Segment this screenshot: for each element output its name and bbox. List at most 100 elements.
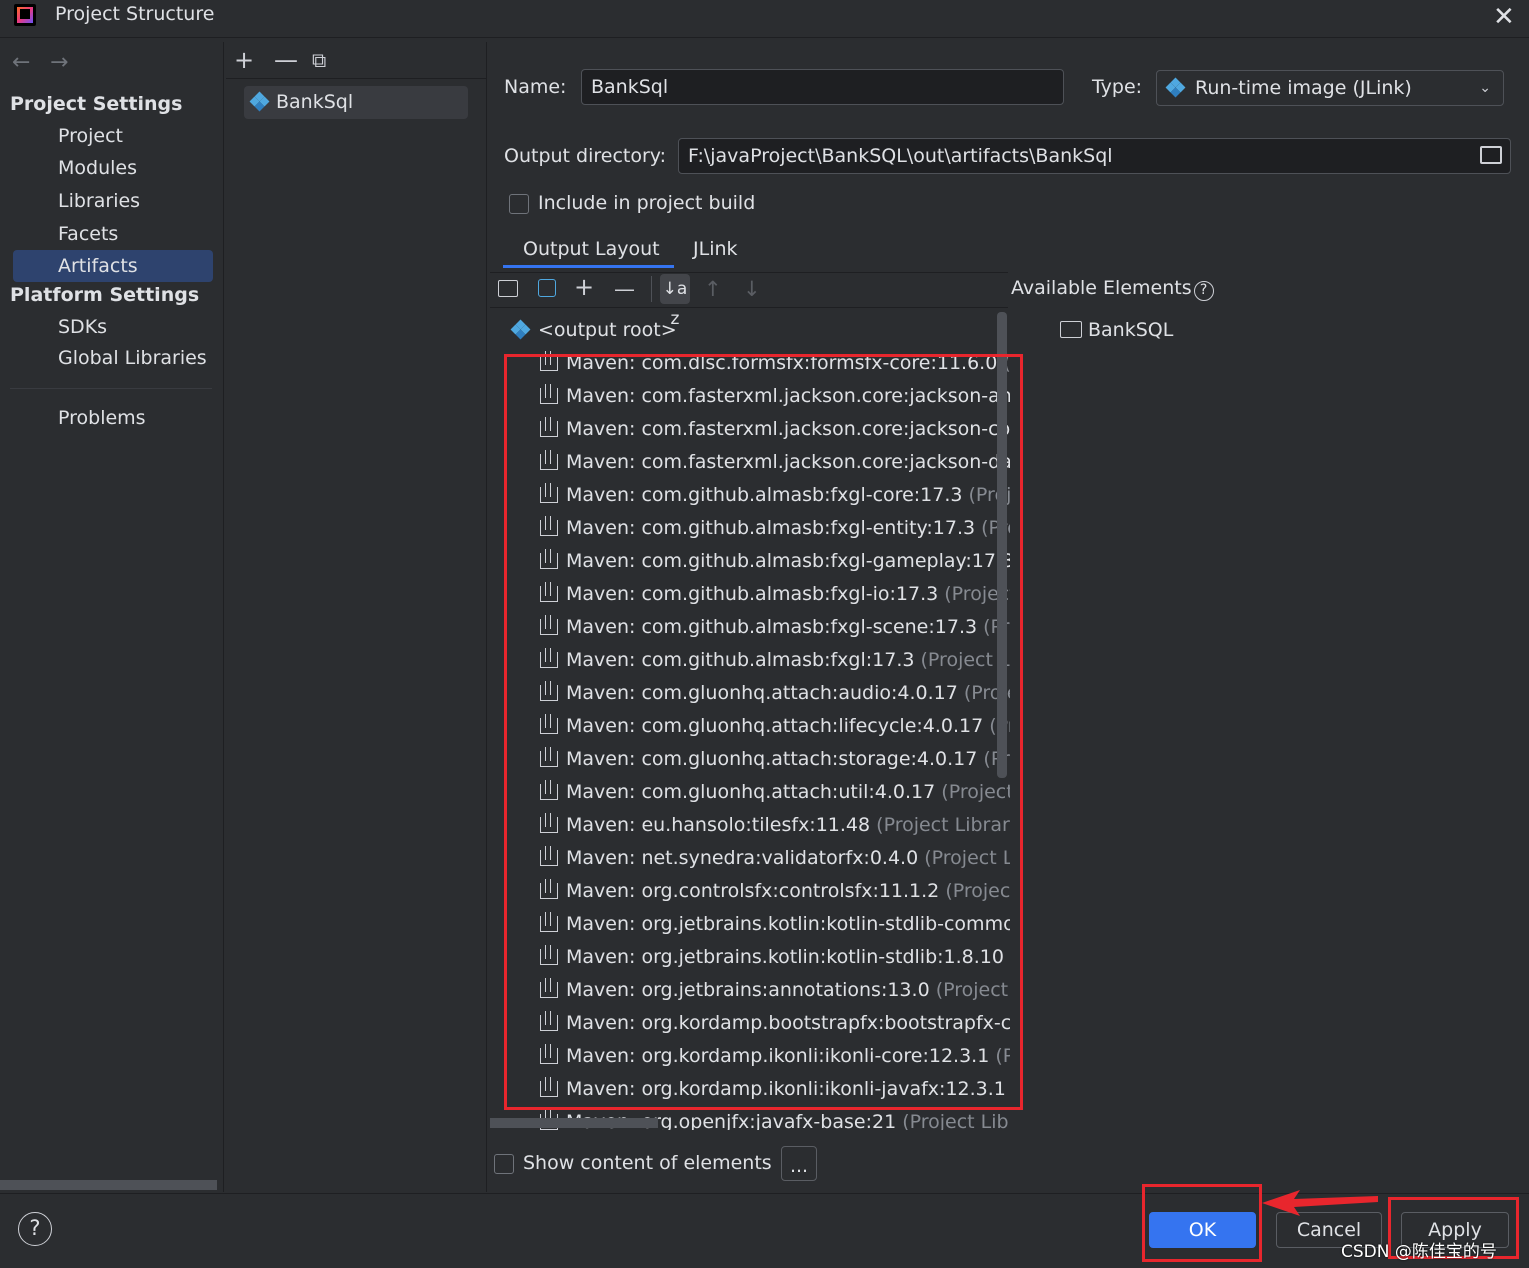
window-title: Project Structure (55, 3, 215, 25)
sidebar-item-artifacts[interactable]: Artifacts (13, 250, 213, 282)
tree-row-name: Maven: com.fasterxml.jackson.core:jackso… (566, 451, 1010, 473)
add-copy-icon[interactable]: + (574, 275, 594, 299)
move-down-icon[interactable]: ↓ (743, 278, 761, 300)
tree-row[interactable]: Maven: com.gluonhq.attach:util:4.0.17 (P… (490, 776, 1010, 809)
help-button[interactable]: ? (18, 1212, 52, 1246)
browse-folder-icon[interactable] (1480, 146, 1502, 164)
tree-row[interactable]: Maven: com.fasterxml.jackson.core:jackso… (490, 380, 1010, 413)
help-icon[interactable]: ? (1193, 281, 1214, 301)
tree-row[interactable]: Maven: org.jetbrains.kotlin:kotlin-stdli… (490, 941, 1010, 974)
tree-row[interactable]: Maven: org.controlsfx:controlsfx:11.1.2 … (490, 875, 1010, 908)
tree-vertical-scrollbar[interactable] (997, 312, 1007, 778)
tree-row[interactable]: Maven: com.gluonhq.attach:lifecycle:4.0.… (490, 710, 1010, 743)
tree-row[interactable]: Maven: org.kordamp.ikonli:ikonli-javafx:… (490, 1073, 1010, 1106)
library-icon (540, 681, 558, 701)
move-up-icon[interactable]: ↑ (704, 278, 722, 300)
copy-artifact-icon[interactable]: ⧉ (312, 48, 326, 72)
tree-row[interactable]: Maven: com.gluonhq.attach:storage:4.0.17… (490, 743, 1010, 776)
library-icon (540, 450, 558, 470)
tree-row[interactable]: Maven: com.github.almasb:fxgl-gameplay:1… (490, 545, 1010, 578)
library-icon (540, 1077, 558, 1097)
tree-row-library-type: (Pro (995, 1045, 1010, 1067)
annotation-arrow-icon (1262, 1190, 1378, 1216)
tree-row[interactable]: Maven: com.fasterxml.jackson.core:jackso… (490, 446, 1010, 479)
output-directory-field[interactable]: F:\javaProject\BankSQL\out\artifacts\Ban… (678, 138, 1511, 174)
tree-row[interactable]: Maven: com.fasterxml.jackson.core:jackso… (490, 413, 1010, 446)
available-elements-label: Available Elements (1011, 277, 1192, 299)
add-artifact-icon[interactable]: + (234, 48, 254, 72)
tree-row-name: Maven: org.controlsfx:controlsfx:11.1.2 (566, 880, 940, 902)
tree-row-name: Maven: org.jetbrains:annotations:13.0 (566, 979, 930, 1001)
tree-row-name: Maven: net.synedra:validatorfx:0.4.0 (566, 847, 919, 869)
library-icon (540, 813, 558, 833)
close-icon[interactable]: ✕ (1493, 2, 1515, 32)
artifact-list-panel (226, 42, 487, 1192)
sidebar-item-project[interactable]: Project (13, 120, 213, 152)
tree-horizontal-scrollbar[interactable] (490, 1118, 658, 1128)
tree-row-name: Maven: com.fasterxml.jackson.core:jackso… (566, 418, 1010, 440)
tree-row[interactable]: Maven: com.github.almasb:fxgl:17.3 (Proj… (490, 644, 1010, 677)
remove-element-icon[interactable]: — (614, 278, 635, 300)
library-icon (540, 549, 558, 569)
tab-jlink[interactable]: JLink (693, 236, 738, 270)
sort-alphabetically-icon[interactable]: ↓a z (660, 274, 690, 329)
back-arrow-icon[interactable]: ← (12, 50, 30, 75)
library-icon (540, 483, 558, 503)
artifact-item-banksql[interactable]: BankSql (244, 86, 468, 119)
title-bar (0, 0, 1529, 38)
name-label: Name: (504, 76, 567, 98)
library-icon (540, 714, 558, 734)
tree-row-name: Maven: org.jetbrains.kotlin:kotlin-stdli… (566, 913, 1010, 935)
tree-row[interactable]: Maven: com.github.almasb:fxgl-core:17.3 … (490, 479, 1010, 512)
tree-row[interactable]: Maven: eu.hansolo:tilesfx:11.48 (Project… (490, 809, 1010, 842)
tree-row[interactable]: Maven: com.github.almasb:fxgl-io:17.3 (P… (490, 578, 1010, 611)
sidebar-item-problems[interactable]: Problems (13, 402, 213, 434)
library-icon (540, 879, 558, 899)
library-icon (540, 945, 558, 965)
tree-row-library-type: (Project L (941, 781, 1010, 803)
tree-row[interactable]: Maven: net.synedra:validatorfx:0.4.0 (Pr… (490, 842, 1010, 875)
tree-row-library-type: (Project Li (935, 979, 1010, 1001)
tree-row[interactable]: Maven: org.jetbrains.kotlin:kotlin-stdli… (490, 908, 1010, 941)
output-layout-tree[interactable]: <output root> Maven: com.dlsc.formsfx:fo… (490, 312, 1010, 1130)
sidebar-item-libraries[interactable]: Libraries (13, 185, 213, 217)
type-label: Type: (1092, 76, 1143, 98)
create-directory-icon[interactable] (498, 280, 518, 297)
sidebar-scrollbar[interactable] (0, 1180, 217, 1190)
tree-row[interactable]: Maven: com.github.almasb:fxgl-entity:17.… (490, 512, 1010, 545)
forward-arrow-icon[interactable]: → (50, 50, 68, 75)
artifact-diamond-icon (249, 91, 270, 112)
tree-row[interactable]: Maven: com.github.almasb:fxgl-scene:17.3… (490, 611, 1010, 644)
tree-row-name: Maven: com.gluonhq.attach:lifecycle:4.0.… (566, 715, 984, 737)
ok-button[interactable]: OK (1149, 1212, 1256, 1248)
apply-button[interactable]: Apply (1401, 1212, 1509, 1248)
tree-row-name: Maven: org.kordamp.bootstrapfx:bootstrap… (566, 1012, 1010, 1034)
tree-row[interactable]: Maven: org.kordamp.bootstrapfx:bootstrap… (490, 1007, 1010, 1040)
tree-row[interactable]: Maven: org.kordamp.ikonli:ikonli-core:12… (490, 1040, 1010, 1073)
type-select[interactable]: Run-time image (JLink) ⌄ (1156, 70, 1504, 106)
sidebar-item-global-libraries[interactable]: Global Libraries (13, 342, 213, 374)
tree-row-name: Maven: org.kordamp.ikonli:ikonli-javafx:… (566, 1078, 1006, 1100)
include-in-build-checkbox[interactable] (509, 194, 529, 214)
sidebar-item-facets[interactable]: Facets (13, 218, 213, 250)
active-tab-indicator (503, 265, 674, 268)
create-archive-icon[interactable] (538, 279, 556, 297)
tree-row[interactable]: Maven: com.dlsc.formsfx:formsfx-core:11.… (490, 347, 1010, 380)
library-icon (540, 615, 558, 635)
tree-row-library-type: (Project L (945, 880, 1010, 902)
type-select-value: Run-time image (JLink) (1195, 77, 1412, 99)
tree-row[interactable]: Maven: com.gluonhq.attach:audio:4.0.17 (… (490, 677, 1010, 710)
tree-row[interactable]: Maven: org.jetbrains:annotations:13.0 (P… (490, 974, 1010, 1007)
library-icon (540, 384, 558, 404)
sidebar-item-sdks[interactable]: SDKs (13, 311, 213, 343)
tree-root-output-root[interactable]: <output root> (490, 314, 1010, 347)
library-icon (540, 417, 558, 437)
tree-row-name: Maven: com.github.almasb:fxgl:17.3 (566, 649, 915, 671)
sidebar-item-modules[interactable]: Modules (13, 152, 213, 184)
name-field[interactable]: BankSql (581, 69, 1064, 105)
library-icon (540, 846, 558, 866)
available-item-banksql[interactable]: BankSQL (1060, 319, 1173, 341)
more-options-button[interactable]: ... (781, 1146, 817, 1181)
remove-artifact-icon[interactable]: — (274, 48, 298, 72)
show-content-checkbox[interactable] (494, 1154, 514, 1174)
